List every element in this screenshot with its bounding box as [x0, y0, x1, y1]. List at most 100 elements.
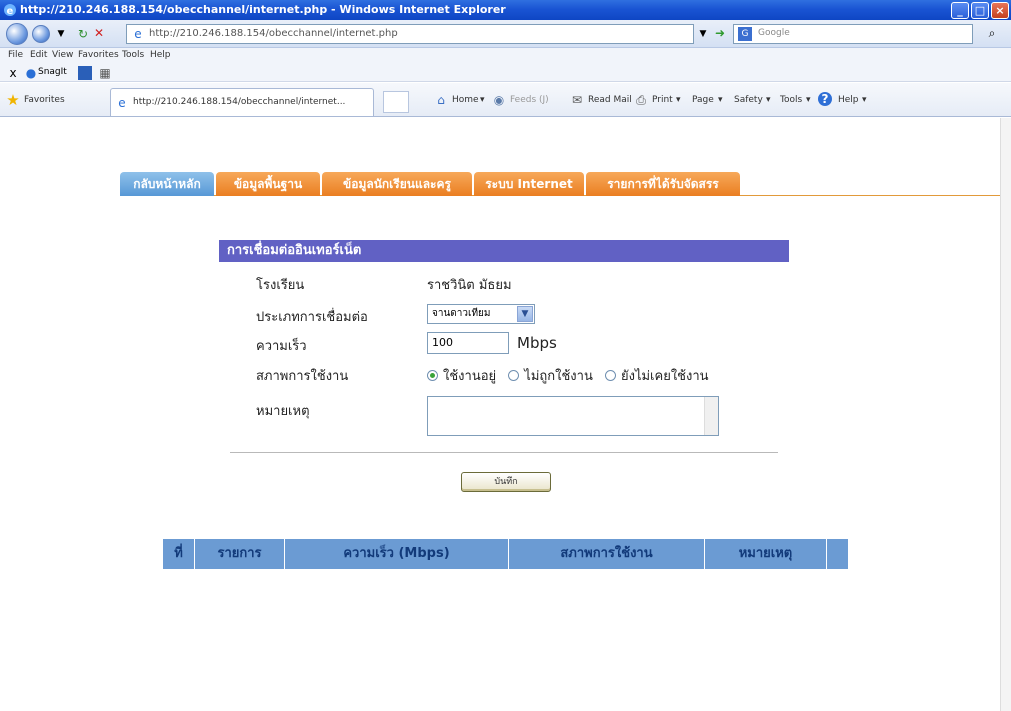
favorites-star-icon[interactable]: ★: [6, 93, 20, 108]
close-button[interactable]: ×: [991, 2, 1009, 19]
refresh-icon[interactable]: ↻: [76, 27, 90, 41]
browser-tab[interactable]: e http://210.246.188.154/obecchannel/int…: [110, 88, 374, 116]
speed-input[interactable]: 100: [427, 332, 509, 354]
tab-allocated-items[interactable]: รายการที่ได้รับจัดสรร: [586, 172, 740, 196]
home-icon[interactable]: ⌂: [434, 93, 448, 107]
back-button[interactable]: [6, 23, 28, 45]
search-icon[interactable]: ⌕: [985, 26, 999, 40]
column-header-item: รายการ: [195, 539, 285, 569]
page-dropdown-icon[interactable]: ▾: [718, 95, 723, 105]
menu-edit[interactable]: Edit: [30, 50, 47, 60]
chevron-down-icon[interactable]: ▼: [517, 306, 533, 322]
status-option-label: ยังไม่เคยใช้งาน: [620, 369, 709, 384]
help-icon[interactable]: ?: [818, 92, 832, 106]
snagit-icon: ●: [25, 66, 37, 80]
address-dropdown-icon[interactable]: ▼: [696, 27, 710, 41]
dropdown-icon[interactable]: ▼: [54, 27, 68, 41]
connection-type-label: ประเภทการเชื่อมต่อ: [256, 310, 368, 325]
minimize-button[interactable]: _: [951, 2, 969, 19]
speed-unit: Mbps: [517, 334, 557, 352]
connection-type-select[interactable]: จานดาวเทียม ▼: [427, 304, 535, 324]
print-icon[interactable]: ⎙: [634, 93, 648, 107]
snagit-editor-icon[interactable]: ▦: [98, 66, 112, 80]
go-icon[interactable]: ➜: [713, 26, 727, 40]
links-toolbar: x ● SnagIt ▦: [0, 64, 1011, 82]
page-menu[interactable]: Page: [692, 95, 714, 105]
feeds-icon[interactable]: ◉: [492, 93, 506, 107]
window-title-bar: e http://210.246.188.154/obecchannel/int…: [0, 0, 1011, 20]
home-button[interactable]: Home: [452, 95, 479, 105]
status-option-label: ใช้งานอยู่: [443, 369, 497, 384]
status-label: สภาพการใช้งาน: [256, 369, 349, 384]
tools-menu[interactable]: Tools: [780, 95, 802, 105]
home-dropdown-icon[interactable]: ▾: [480, 95, 485, 105]
maximize-button[interactable]: □: [971, 2, 989, 19]
status-option-unused[interactable]: ไม่ถูกใช้งาน: [508, 369, 593, 384]
read-mail-button[interactable]: Read Mail: [588, 95, 632, 105]
address-toolbar: ▼ ↻ ✕ e http://210.246.188.154/obecchann…: [0, 20, 1011, 48]
save-button[interactable]: บันทึก: [461, 472, 551, 492]
window-title: http://210.246.188.154/obecchannel/inter…: [20, 3, 506, 16]
command-bar: ★ Favorites e http://210.246.188.154/obe…: [0, 83, 1011, 117]
column-header-no: ที่: [163, 539, 195, 569]
snagit-button[interactable]: SnagIt: [38, 67, 67, 77]
page-content: กลับหน้าหลัก ข้อมูลพื้นฐาน ข้อมูลนักเรีย…: [0, 118, 1000, 711]
print-dropdown-icon[interactable]: ▾: [676, 95, 681, 105]
address-text: http://210.246.188.154/obecchannel/inter…: [149, 28, 398, 39]
menu-favorites[interactable]: Favorites: [78, 50, 119, 60]
menu-bar: File Edit View Favorites Tools Help: [0, 48, 1011, 64]
forward-button[interactable]: [32, 25, 50, 43]
status-radio-unused[interactable]: [508, 370, 520, 381]
search-placeholder: Google: [758, 28, 790, 38]
print-button[interactable]: Print: [652, 95, 673, 105]
tab-home[interactable]: กลับหน้าหลัก: [120, 172, 214, 196]
divider: [230, 452, 778, 453]
browser-tab-title: http://210.246.188.154/obecchannel/inter…: [133, 97, 346, 107]
help-dropdown-icon[interactable]: ▾: [862, 95, 867, 105]
note-label: หมายเหตุ: [256, 404, 310, 419]
help-menu[interactable]: Help: [838, 95, 859, 105]
safety-menu[interactable]: Safety: [734, 95, 763, 105]
status-option-label: ไม่ถูกใช้งาน: [524, 369, 593, 384]
page-icon: e: [134, 27, 142, 41]
address-input[interactable]: e http://210.246.188.154/obecchannel/int…: [126, 24, 694, 44]
note-scrollbar[interactable]: [704, 397, 718, 435]
school-label: โรงเรียน: [256, 278, 305, 293]
feeds-button[interactable]: Feeds (J): [510, 95, 549, 105]
column-header-status: สภาพการใช้งาน: [509, 539, 705, 569]
status-radio-active[interactable]: [427, 370, 438, 381]
form-header: การเชื่อมต่ออินเทอร์เน็ต: [219, 240, 789, 262]
menu-view[interactable]: View: [52, 50, 73, 60]
tab-internet-system[interactable]: ระบบ Internet: [474, 172, 584, 196]
favorites-button[interactable]: Favorites: [24, 95, 65, 105]
ie-icon: e: [4, 4, 16, 17]
svg-text:e: e: [7, 6, 14, 17]
status-option-never-used[interactable]: ยังไม่เคยใช้งาน: [604, 369, 709, 384]
safety-dropdown-icon[interactable]: ▾: [766, 95, 771, 105]
tools-dropdown-icon[interactable]: ▾: [806, 95, 811, 105]
results-table-header: ที่ รายการ ความเร็ว (Mbps) สภาพการใช้งาน…: [163, 539, 848, 569]
status-radio-group: ใช้งานอยู่ ไม่ถูกใช้งาน ยังไม่เคยใช้งาน: [427, 365, 717, 386]
search-input[interactable]: G Google: [733, 24, 973, 44]
snagit-capture-icon[interactable]: [78, 66, 92, 80]
school-value: ราชวินิต มัธยม: [427, 278, 512, 293]
tab-page-icon: e: [118, 96, 126, 110]
main-nav: กลับหน้าหลัก ข้อมูลพื้นฐาน ข้อมูลนักเรีย…: [120, 172, 1000, 196]
column-header-speed: ความเร็ว (Mbps): [285, 539, 509, 569]
status-option-active[interactable]: ใช้งานอยู่: [427, 369, 496, 384]
menu-help[interactable]: Help: [150, 50, 171, 60]
menu-file[interactable]: File: [8, 50, 23, 60]
page-scrollbar[interactable]: [1000, 118, 1011, 711]
read-mail-icon[interactable]: ✉: [570, 93, 584, 107]
speed-label: ความเร็ว: [256, 339, 307, 354]
new-tab-button[interactable]: [383, 91, 409, 113]
close-toolbar-icon[interactable]: x: [6, 66, 20, 80]
status-radio-never-used[interactable]: [604, 370, 616, 381]
connection-type-value: จานดาวเทียม: [432, 308, 491, 319]
column-header-note: หมายเหตุ: [705, 539, 827, 569]
tab-basic-info[interactable]: ข้อมูลพื้นฐาน: [216, 172, 320, 196]
note-textarea[interactable]: [427, 396, 719, 436]
menu-tools[interactable]: Tools: [122, 50, 144, 60]
stop-icon[interactable]: ✕: [92, 26, 106, 40]
tab-students-teachers[interactable]: ข้อมูลนักเรียนและครู: [322, 172, 472, 196]
